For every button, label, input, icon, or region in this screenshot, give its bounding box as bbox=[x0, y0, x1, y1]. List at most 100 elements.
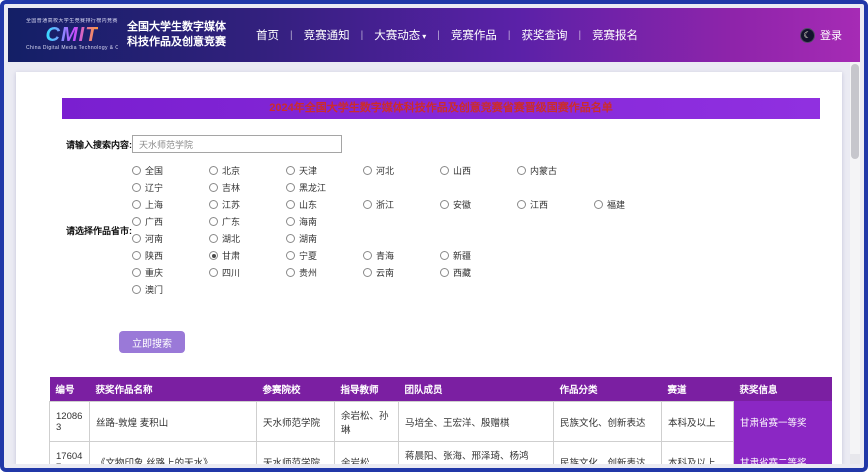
province-row: 澳门 bbox=[132, 283, 671, 296]
province-option[interactable]: 福建 bbox=[594, 198, 671, 211]
column-header: 参赛院校 bbox=[257, 377, 335, 402]
province-option[interactable]: 内蒙古 bbox=[517, 164, 594, 177]
province-option[interactable]: 宁夏 bbox=[286, 249, 363, 262]
radio-icon bbox=[286, 166, 295, 175]
province-option-label: 江苏 bbox=[222, 198, 240, 211]
province-option-label: 四川 bbox=[222, 266, 240, 279]
province-option[interactable]: 山西 bbox=[440, 164, 517, 177]
nav-item-2[interactable]: 大赛动态▾ bbox=[374, 27, 426, 43]
province-option-label: 河南 bbox=[145, 232, 163, 245]
province-option-label: 贵州 bbox=[299, 266, 317, 279]
search-button[interactable]: 立即搜索 bbox=[119, 331, 185, 353]
province-option-label: 重庆 bbox=[145, 266, 163, 279]
province-option[interactable]: 海南 bbox=[286, 215, 363, 228]
cmit-logo: 全国普通高校大学生竞赛排行榜内竞赛项目 CMIT China Digital M… bbox=[26, 18, 118, 52]
province-option[interactable]: 广东 bbox=[209, 215, 286, 228]
nav-item-3[interactable]: 竞赛作品 bbox=[451, 27, 497, 43]
province-option[interactable]: 上海 bbox=[132, 198, 209, 211]
column-header: 作品分类 bbox=[554, 377, 662, 402]
browser-frame: 全国普通高校大学生竞赛排行榜内竞赛项目 CMIT China Digital M… bbox=[0, 0, 868, 472]
search-input[interactable] bbox=[132, 135, 342, 153]
province-option-label: 澳门 bbox=[145, 283, 163, 296]
province-option[interactable]: 天津 bbox=[286, 164, 363, 177]
column-header: 指导教师 bbox=[335, 377, 399, 402]
province-row: 河南 湖北湖南 bbox=[132, 232, 671, 245]
radio-icon bbox=[132, 251, 141, 260]
province-option[interactable]: 安徽 bbox=[440, 198, 517, 211]
province-option-label: 浙江 bbox=[376, 198, 394, 211]
province-option[interactable]: 新疆 bbox=[440, 249, 517, 262]
radio-icon bbox=[209, 200, 218, 209]
table-row: 120863丝路-敦煌 麦积山天水师范学院余岩松、孙琳马培全、王宏洋、殷赠棋民族… bbox=[50, 402, 832, 442]
nav-item-0[interactable]: 首页 bbox=[256, 27, 279, 43]
nav-item-1[interactable]: 竞赛通知 bbox=[304, 27, 350, 43]
province-option[interactable]: 全国 bbox=[132, 164, 209, 177]
radio-icon bbox=[286, 251, 295, 260]
province-option[interactable]: 贵州 bbox=[286, 266, 363, 279]
award-cell: 甘肃省赛一等奖 bbox=[734, 402, 832, 442]
province-option-label: 山东 bbox=[299, 198, 317, 211]
province-option[interactable]: 青海 bbox=[363, 249, 440, 262]
province-option[interactable]: 北京 bbox=[209, 164, 286, 177]
province-option[interactable]: 辽宁 bbox=[132, 181, 209, 194]
table-cell: 余岩松 bbox=[335, 442, 399, 465]
province-option[interactable]: 江苏 bbox=[209, 198, 286, 211]
province-option[interactable]: 黑龙江 bbox=[286, 181, 363, 194]
main-nav: 首页|竞赛通知|大赛动态▾|竞赛作品|获奖查询|竞赛报名 bbox=[256, 27, 638, 43]
province-option-label: 山西 bbox=[453, 164, 471, 177]
province-option[interactable]: 甘肃 bbox=[209, 249, 286, 262]
province-option[interactable]: 广西 bbox=[132, 215, 209, 228]
radio-icon bbox=[517, 166, 526, 175]
province-grid: 全国北京天津河北山西 内蒙古辽宁吉林黑龙江上海江苏 山东 浙江 安徽江西福建广西广东海南… bbox=[132, 164, 671, 296]
province-option[interactable]: 浙江 bbox=[363, 198, 440, 211]
radio-checked-icon bbox=[209, 251, 218, 260]
province-option[interactable]: 山东 bbox=[286, 198, 363, 211]
province-option-label: 新疆 bbox=[453, 249, 471, 262]
radio-icon bbox=[286, 183, 295, 192]
province-option[interactable]: 河北 bbox=[363, 164, 440, 177]
radio-icon bbox=[132, 268, 141, 277]
logo-tagline-bottom: China Digital Media Technology & Creativ… bbox=[26, 45, 118, 52]
province-option[interactable]: 陕西 bbox=[132, 249, 209, 262]
province-option[interactable]: 吉林 bbox=[209, 181, 286, 194]
table-cell: 马培全、王宏洋、殷赠棋 bbox=[399, 402, 554, 442]
radio-icon bbox=[209, 234, 218, 243]
login-area[interactable]: ☾ 登录 bbox=[800, 27, 842, 43]
table-cell: 《文物印象 丝路上的天水》 bbox=[90, 442, 257, 465]
search-form: 请输入搜索内容: 请选择作品省市: 全国北京天津河北山西内蒙古辽宁吉林黑龙江上海… bbox=[66, 135, 842, 353]
nav-item-4[interactable]: 获奖查询 bbox=[521, 27, 567, 43]
radio-icon bbox=[363, 200, 372, 209]
login-label: 登录 bbox=[820, 27, 842, 43]
search-input-label: 请输入搜索内容: bbox=[66, 138, 132, 151]
province-option[interactable]: 澳门 bbox=[132, 283, 209, 296]
cmit-logo-text: CMIT bbox=[46, 25, 99, 45]
radio-icon bbox=[209, 166, 218, 175]
column-header: 获奖信息 bbox=[734, 377, 832, 402]
moon-icon[interactable]: ☾ bbox=[800, 28, 815, 43]
site-logo[interactable]: 全国普通高校大学生竞赛排行榜内竞赛项目 CMIT China Digital M… bbox=[26, 18, 226, 52]
chevron-down-icon: ▾ bbox=[422, 32, 426, 41]
province-option[interactable]: 云南 bbox=[363, 266, 440, 279]
province-option[interactable]: 湖南 bbox=[286, 232, 363, 245]
table-cell: 120863 bbox=[50, 402, 90, 442]
column-header: 编号 bbox=[50, 377, 90, 402]
province-option-label: 海南 bbox=[299, 215, 317, 228]
radio-icon bbox=[363, 268, 372, 277]
nav-separator: | bbox=[361, 30, 364, 41]
nav-separator: | bbox=[508, 30, 511, 41]
vertical-scrollbar[interactable] bbox=[850, 62, 860, 454]
radio-icon bbox=[363, 166, 372, 175]
province-option-label: 甘肃 bbox=[222, 249, 240, 262]
province-option[interactable]: 重庆 bbox=[132, 266, 209, 279]
site-title-line2: 科技作品及创意竞赛 bbox=[127, 35, 226, 50]
nav-item-5[interactable]: 竞赛报名 bbox=[592, 27, 638, 43]
province-option[interactable]: 湖北 bbox=[209, 232, 286, 245]
search-input-row: 请输入搜索内容: bbox=[66, 135, 842, 153]
scrollbar-thumb[interactable] bbox=[851, 64, 859, 159]
table-cell: 本科及以上 bbox=[662, 442, 734, 465]
province-option[interactable]: 河南 bbox=[132, 232, 209, 245]
province-option[interactable]: 江西 bbox=[517, 198, 594, 211]
province-option[interactable]: 西藏 bbox=[440, 266, 517, 279]
province-option[interactable]: 四川 bbox=[209, 266, 286, 279]
table-cell: 本科及以上 bbox=[662, 402, 734, 442]
